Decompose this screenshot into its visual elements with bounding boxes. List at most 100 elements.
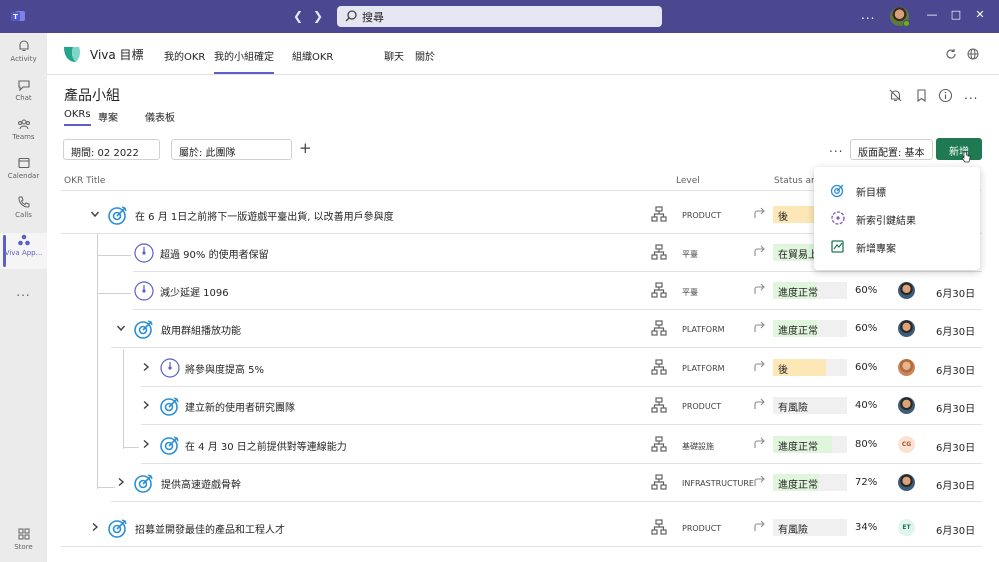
table-row[interactable]: 減少延遲 1096 平臺 進度正常 60% 6月30日 <box>47 272 999 310</box>
back-arrow-icon[interactable]: ❮ <box>291 9 305 23</box>
chevron-down-icon[interactable] <box>116 323 126 333</box>
chevron-right-icon[interactable] <box>141 439 151 449</box>
alignment-icon[interactable] <box>753 282 767 296</box>
objective-icon <box>830 184 844 198</box>
close-icon[interactable]: ✕ <box>973 8 987 21</box>
tab-my-team[interactable]: 我的小組確定 <box>214 48 274 74</box>
tab-org-okr[interactable]: 組織OKR <box>292 48 333 63</box>
info-icon[interactable] <box>938 88 953 103</box>
status-badge[interactable]: 後 <box>773 359 847 376</box>
okr-title[interactable]: 在 6 月 1日之前將下一版遊戲平臺出貨, 以改善用戶參與度 <box>135 208 394 223</box>
tab-okrs[interactable]: OKRs <box>64 109 91 126</box>
chevron-right-icon[interactable] <box>90 522 100 532</box>
status-badge[interactable]: 有風險 <box>773 519 847 536</box>
minimize-icon[interactable]: — <box>925 8 939 21</box>
owner-avatar[interactable] <box>898 474 915 491</box>
hierarchy-icon <box>651 474 667 490</box>
key-result-icon <box>134 281 154 301</box>
forward-arrow-icon[interactable]: ❯ <box>311 9 325 23</box>
okr-title[interactable]: 建立新的使用者研究團隊 <box>185 399 295 414</box>
chevron-right-icon[interactable] <box>116 477 126 487</box>
okr-title[interactable]: 超過 90% 的使用者保留 <box>160 246 269 261</box>
belongs-filter[interactable]: 屬於: 此團隊 <box>171 139 292 160</box>
okr-title[interactable]: 提供高速遊戲骨幹 <box>161 476 241 491</box>
owner-avatar[interactable]: CG <box>898 436 915 453</box>
level-label: PRODUCT <box>682 211 722 220</box>
profile-avatar[interactable] <box>890 7 910 27</box>
globe-icon[interactable] <box>966 47 980 61</box>
period-filter[interactable]: 期間: 02 2022 <box>63 139 160 160</box>
status-badge[interactable]: 進度正常 <box>773 436 847 453</box>
rail-label: Teams <box>12 133 35 141</box>
okr-title[interactable]: 啟用群組播放功能 <box>161 322 241 337</box>
viva-goals-logo-icon <box>64 47 80 62</box>
table-row[interactable]: 招募並開發最佳的產品和工程人才 PRODUCT 有風險 34% ET 6月30日 <box>47 509 999 547</box>
rail-item-store[interactable]: Store <box>0 527 47 562</box>
tab-about[interactable]: 關於 <box>415 48 435 63</box>
status-badge[interactable]: 有風險 <box>773 397 847 414</box>
teams-logo-icon[interactable]: T <box>10 8 26 24</box>
row-divider <box>111 347 982 348</box>
mute-bell-icon[interactable] <box>888 88 903 103</box>
bookmark-icon[interactable] <box>914 88 929 103</box>
tab-projects[interactable]: 專案 <box>98 109 118 124</box>
alignment-icon[interactable] <box>753 244 767 258</box>
owner-avatar[interactable] <box>898 282 915 299</box>
layout-button[interactable]: 版面配置: 基本 <box>850 139 933 160</box>
level-label: 平臺 <box>682 288 698 297</box>
owner-avatar[interactable] <box>898 359 915 376</box>
rail-item-viva-apps[interactable]: Viva App... <box>0 233 47 269</box>
rail-item-chat[interactable]: Chat <box>0 78 47 114</box>
owner-avatar[interactable] <box>898 320 915 337</box>
toolbar-more-icon[interactable]: ... <box>829 141 843 155</box>
alignment-icon[interactable] <box>753 359 767 373</box>
alignment-icon[interactable] <box>753 397 767 411</box>
menu-item-new-objective[interactable]: 新目標 <box>814 177 980 203</box>
owner-avatar[interactable] <box>898 397 915 414</box>
alignment-icon[interactable] <box>753 474 767 488</box>
status-badge[interactable]: 進度正常 <box>773 474 847 491</box>
table-row[interactable]: 將參與度提高 5% PLATFORM 後 60% 6月30日 <box>47 349 999 387</box>
objective-icon <box>108 206 127 225</box>
tab-dashboard[interactable]: 儀表板 <box>145 109 175 124</box>
tab-my-okr[interactable]: 我的OKR <box>164 48 205 63</box>
rail-item-teams[interactable]: Teams <box>0 117 47 153</box>
rail-more-icon[interactable]: ... <box>0 285 47 299</box>
viva-goals-app: Viva 目標 我的OKR 我的小組確定 組織OKR 聊天 關於 產品小組 OK… <box>47 33 999 562</box>
refresh-icon[interactable] <box>944 47 958 61</box>
alignment-icon[interactable] <box>753 436 767 450</box>
rail-item-calls[interactable]: Calls <box>0 195 47 231</box>
status-badge[interactable]: 進度正常 <box>773 282 847 299</box>
alignment-icon[interactable] <box>753 320 767 334</box>
chevron-down-icon[interactable] <box>90 209 100 219</box>
menu-item-new-project[interactable]: 新增專案 <box>814 233 980 259</box>
status-label: 進度正常 <box>778 442 818 453</box>
alignment-icon[interactable] <box>753 519 767 533</box>
table-row[interactable]: 在 4 月 30 日之前提供對等連線能力 基礎設施 進度正常 80% CG 6月30日 <box>47 426 999 464</box>
due-date: 6月30日 <box>936 526 976 537</box>
progress-percent: 72% <box>855 477 878 488</box>
new-button[interactable]: 新增 <box>936 138 982 160</box>
okr-title[interactable]: 招募並開發最佳的產品和工程人才 <box>135 521 285 536</box>
chevron-right-icon[interactable] <box>141 362 151 372</box>
rail-item-calendar[interactable]: Calendar <box>0 156 47 192</box>
table-row[interactable]: 建立新的使用者研究團隊 PRODUCT 有風險 40% 6月30日 <box>47 387 999 425</box>
status-badge[interactable]: 進度正常 <box>773 320 847 337</box>
owner-avatar[interactable]: ET <box>898 519 915 536</box>
chevron-right-icon[interactable] <box>141 400 151 410</box>
menu-item-new-key-result[interactable]: 新索引鍵結果 <box>814 205 980 231</box>
okr-title[interactable]: 減少延遲 1096 <box>160 284 229 299</box>
page-more-icon[interactable]: ... <box>964 88 978 102</box>
alignment-icon[interactable] <box>753 206 767 220</box>
maximize-icon[interactable]: □ <box>949 8 963 21</box>
search-input[interactable]: 搜尋 <box>337 6 662 27</box>
table-row[interactable]: 啟用群組播放功能 PLATFORM 進度正常 60% 6月30日 <box>47 310 999 348</box>
okr-title[interactable]: 將參與度提高 5% <box>185 361 264 376</box>
table-row[interactable]: 提供高速遊戲骨幹 INFRASTRUCTURE 進度正常 72% 6月30日 <box>47 464 999 502</box>
tab-chat[interactable]: 聊天 <box>384 48 404 63</box>
level-label: PRODUCT <box>682 402 722 411</box>
add-filter-button[interactable]: + <box>299 139 312 157</box>
settings-more-icon[interactable]: ... <box>861 8 875 22</box>
okr-title[interactable]: 在 4 月 30 日之前提供對等連線能力 <box>185 438 347 453</box>
rail-item-activity[interactable]: Activity <box>0 39 47 75</box>
